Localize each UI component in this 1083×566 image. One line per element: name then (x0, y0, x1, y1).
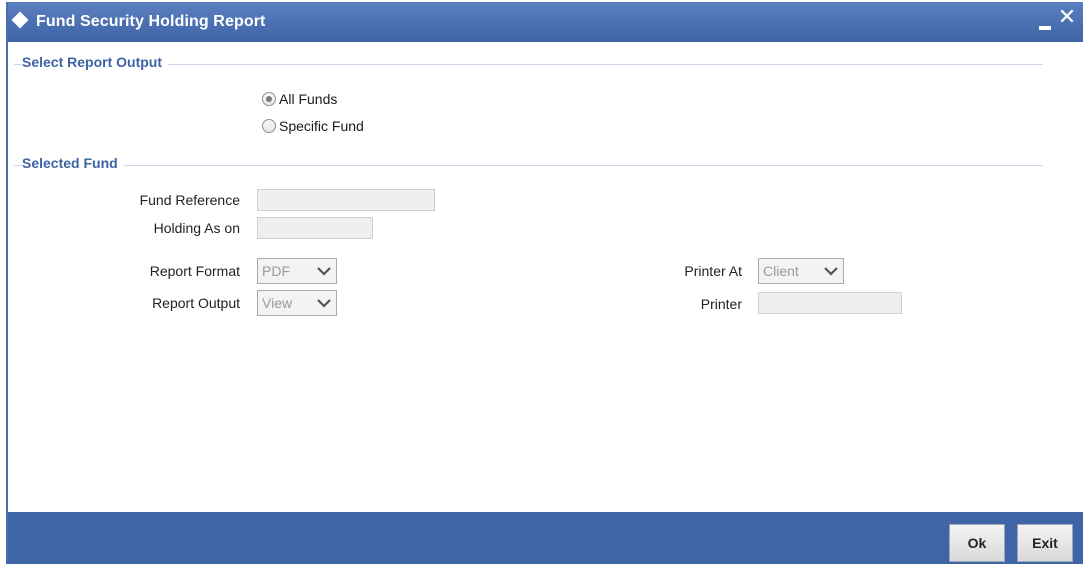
radio-button[interactable] (262, 92, 276, 106)
footer-bar: Ok Exit (8, 512, 1083, 564)
printer-label: Printer (700, 296, 742, 312)
printer-at-select[interactable]: Client (758, 258, 844, 284)
close-button[interactable]: ✕ (1057, 6, 1077, 28)
section-title-selected-fund: Selected Fund (22, 155, 124, 171)
chevron-down-icon (317, 267, 331, 276)
minimize-icon (1039, 26, 1051, 30)
fund-reference-label: Fund Reference (139, 192, 240, 208)
radio-label: All Funds (279, 91, 338, 107)
title-bar: Fund Security Holding Report ✕ (8, 2, 1083, 42)
radio-specific-fund[interactable]: Specific Fund (262, 118, 364, 134)
holding-as-on-input[interactable] (257, 217, 373, 239)
section-divider (14, 64, 1043, 65)
report-format-value: PDF (262, 263, 290, 279)
report-format-select[interactable]: PDF (257, 258, 337, 284)
report-output-select[interactable]: View (257, 290, 337, 316)
ok-button[interactable]: Ok (949, 524, 1005, 562)
section-divider (14, 165, 1043, 166)
fund-reference-input[interactable] (257, 189, 435, 211)
radio-button[interactable] (262, 119, 276, 133)
printer-input[interactable] (758, 292, 902, 314)
exit-button[interactable]: Exit (1017, 524, 1073, 562)
chevron-down-icon (317, 299, 331, 308)
diamond-icon (11, 11, 29, 29)
report-window: Fund Security Holding Report ✕ Select Re… (6, 2, 1083, 564)
window-title: Fund Security Holding Report (36, 13, 266, 30)
minimize-button[interactable] (1039, 18, 1053, 30)
holding-as-on-label: Holding As on (153, 220, 240, 236)
report-format-label: Report Format (149, 263, 240, 279)
radio-all-funds[interactable]: All Funds (262, 91, 337, 107)
radio-label: Specific Fund (279, 118, 364, 134)
section-title-report-output: Select Report Output (22, 54, 169, 70)
close-icon: ✕ (1057, 4, 1077, 29)
printer-at-label: Printer At (684, 263, 742, 279)
chevron-down-icon (824, 267, 838, 276)
report-output-value: View (262, 295, 293, 311)
report-output-label: Report Output (152, 295, 240, 311)
printer-at-value: Client (763, 263, 799, 279)
